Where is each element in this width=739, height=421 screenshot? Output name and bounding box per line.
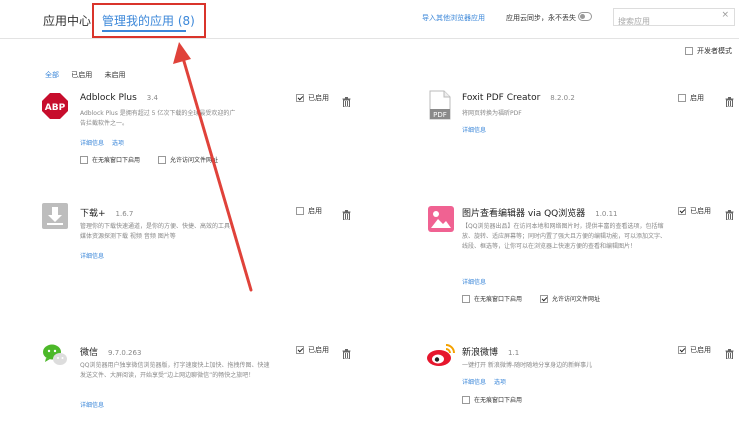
search-box: × bbox=[613, 8, 735, 29]
app-links: 详细信息 选项 bbox=[462, 377, 514, 386]
svg-text:PDF: PDF bbox=[433, 111, 447, 119]
enable-toggle[interactable]: 启用 bbox=[678, 93, 704, 103]
enable-checkbox[interactable] bbox=[296, 94, 304, 102]
app-links: 详细信息 选项 bbox=[80, 138, 132, 147]
app-options: 在无痕窗口下启用 允许访问文件网址 bbox=[462, 294, 600, 303]
filter-disabled[interactable]: 未启用 bbox=[104, 71, 125, 79]
pdf-file-icon: PDF bbox=[428, 90, 452, 124]
app-description: 一键打开 新浪微博-随时随地分享身边的新鲜事儿 bbox=[462, 362, 593, 369]
enable-label: 已启用 bbox=[308, 346, 329, 354]
app-version: 8.2.0.2 bbox=[550, 94, 575, 102]
enable-checkbox[interactable] bbox=[678, 346, 686, 354]
enable-label: 已启用 bbox=[690, 207, 711, 215]
incognito-checkbox[interactable] bbox=[462, 395, 470, 404]
details-link[interactable]: 详细信息 bbox=[80, 253, 104, 260]
enable-checkbox[interactable] bbox=[678, 94, 686, 102]
app-version: 1.0.11 bbox=[595, 210, 618, 218]
filter-bar: 全部 已启用 未启用 bbox=[45, 70, 135, 80]
details-link[interactable]: 详细信息 bbox=[462, 379, 486, 386]
app-name: Foxit PDF Creator bbox=[462, 93, 541, 103]
file-access-checkbox[interactable] bbox=[540, 294, 549, 303]
wechat-icon bbox=[42, 342, 68, 372]
enable-toggle[interactable]: 启用 bbox=[296, 206, 322, 216]
app-version: 9.7.0.263 bbox=[108, 349, 142, 357]
details-link[interactable]: 详细信息 bbox=[80, 402, 104, 409]
trash-icon[interactable] bbox=[342, 344, 351, 363]
app-name-wechat: 微信 9.7.0.263 bbox=[80, 345, 141, 358]
trash-icon[interactable] bbox=[342, 92, 351, 111]
trash-icon[interactable] bbox=[725, 205, 734, 224]
app-description: Adblock Plus 是拥有超过 5 亿次下载的全球最受欢迎的广告拦截软件之… bbox=[80, 110, 236, 127]
app-version: 3.4 bbox=[146, 94, 158, 102]
enable-toggle[interactable]: 已启用 bbox=[678, 206, 711, 216]
app-name: 新浪微博 bbox=[462, 348, 499, 358]
app-links: 详细信息 bbox=[462, 277, 494, 286]
incognito-label: 在无痕窗口下启用 bbox=[474, 397, 523, 404]
app-version: 1.1 bbox=[508, 349, 520, 357]
developer-mode-label: 开发者模式 bbox=[697, 47, 732, 55]
svg-text:ABP: ABP bbox=[45, 103, 66, 113]
app-links: 详细信息 bbox=[462, 125, 494, 134]
options-link[interactable]: 选项 bbox=[112, 140, 124, 147]
app-links: 详细信息 bbox=[80, 400, 112, 409]
tab-app-center[interactable]: 应用中心 bbox=[43, 12, 91, 29]
import-other-browser-apps-link[interactable]: 导入其他浏览器应用 bbox=[422, 13, 485, 23]
incognito-label: 在无痕窗口下启用 bbox=[92, 157, 141, 164]
app-description: 【QQ浏览器出品】在访问本地和网络图片时，提供丰富的查看选项，包括缩放、旋转、适… bbox=[462, 223, 667, 250]
details-link[interactable]: 详细信息 bbox=[462, 127, 486, 134]
app-name-weibo: 新浪微博 1.1 bbox=[462, 345, 519, 358]
details-link[interactable]: 详细信息 bbox=[80, 140, 104, 147]
app-name: 图片查看编辑器 via QQ浏览器 bbox=[462, 209, 586, 219]
abp-icon: ABP bbox=[42, 93, 68, 123]
enable-toggle[interactable]: 已启用 bbox=[296, 93, 329, 103]
options-link[interactable]: 选项 bbox=[494, 379, 506, 386]
details-link[interactable]: 详细信息 bbox=[462, 279, 486, 286]
developer-mode-toggle[interactable]: 开发者模式 bbox=[685, 46, 732, 56]
enable-checkbox[interactable] bbox=[296, 207, 304, 215]
app-options: 在无痕窗口下启用 bbox=[462, 395, 522, 404]
app-description: QQ浏览器用户独享微信浏览器版，打字速度快上加快、拖拽传图、快速发送文件、大屏阅… bbox=[80, 362, 270, 379]
filter-enabled[interactable]: 已启用 bbox=[71, 71, 92, 79]
download-arrow-icon bbox=[42, 203, 68, 233]
enable-toggle[interactable]: 已启用 bbox=[296, 345, 329, 355]
app-version: 1.6.7 bbox=[115, 210, 134, 218]
enable-label: 启用 bbox=[308, 207, 322, 215]
app-options: 在无痕窗口下启用 允许访问文件网址 bbox=[80, 155, 218, 164]
annotation-highlight-box bbox=[92, 3, 206, 38]
cloud-sync-label: 应用云同步，永不丢失 bbox=[506, 14, 576, 22]
trash-icon[interactable] bbox=[342, 205, 351, 224]
app-name: 微信 bbox=[80, 348, 99, 358]
app-name-adblock-plus: Adblock Plus 3.4 bbox=[80, 93, 158, 103]
enable-label: 已启用 bbox=[308, 94, 329, 102]
app-name: Adblock Plus bbox=[80, 93, 137, 103]
enable-checkbox[interactable] bbox=[296, 346, 304, 354]
app-links: 详细信息 bbox=[80, 251, 112, 260]
filter-all[interactable]: 全部 bbox=[45, 71, 59, 79]
weibo-icon bbox=[426, 342, 456, 372]
incognito-checkbox[interactable] bbox=[80, 155, 88, 164]
app-name: 下载+ bbox=[80, 209, 106, 219]
incognito-checkbox[interactable] bbox=[462, 294, 470, 303]
incognito-label: 在无痕窗口下启用 bbox=[474, 296, 523, 303]
enable-toggle[interactable]: 已启用 bbox=[678, 345, 711, 355]
app-name-download-plus: 下载+ 1.6.7 bbox=[80, 206, 133, 219]
app-name-foxit: Foxit PDF Creator 8.2.0.2 bbox=[462, 93, 575, 103]
trash-icon[interactable] bbox=[725, 92, 734, 111]
image-editor-icon bbox=[428, 206, 454, 236]
trash-icon[interactable] bbox=[725, 344, 734, 363]
app-name-image-editor: 图片查看编辑器 via QQ浏览器 1.0.11 bbox=[462, 206, 618, 219]
search-input[interactable] bbox=[618, 14, 718, 29]
enable-label: 启用 bbox=[690, 94, 704, 102]
file-access-label: 允许访问文件网址 bbox=[552, 296, 601, 303]
cloud-sync-toggle[interactable] bbox=[578, 12, 592, 21]
app-description: 管理你的下载快速通道，是你的方便、快捷、高效的工具！媒体资源探测下载 视频 音频… bbox=[80, 223, 237, 240]
file-access-checkbox[interactable] bbox=[158, 155, 167, 164]
file-access-label: 允许访问文件网址 bbox=[170, 157, 219, 164]
clear-search-icon[interactable]: × bbox=[721, 10, 729, 20]
developer-mode-checkbox[interactable] bbox=[685, 47, 693, 55]
app-description: 将网页转换为福昕PDF bbox=[462, 110, 522, 117]
enable-label: 已启用 bbox=[690, 346, 711, 354]
enable-checkbox[interactable] bbox=[678, 207, 686, 215]
